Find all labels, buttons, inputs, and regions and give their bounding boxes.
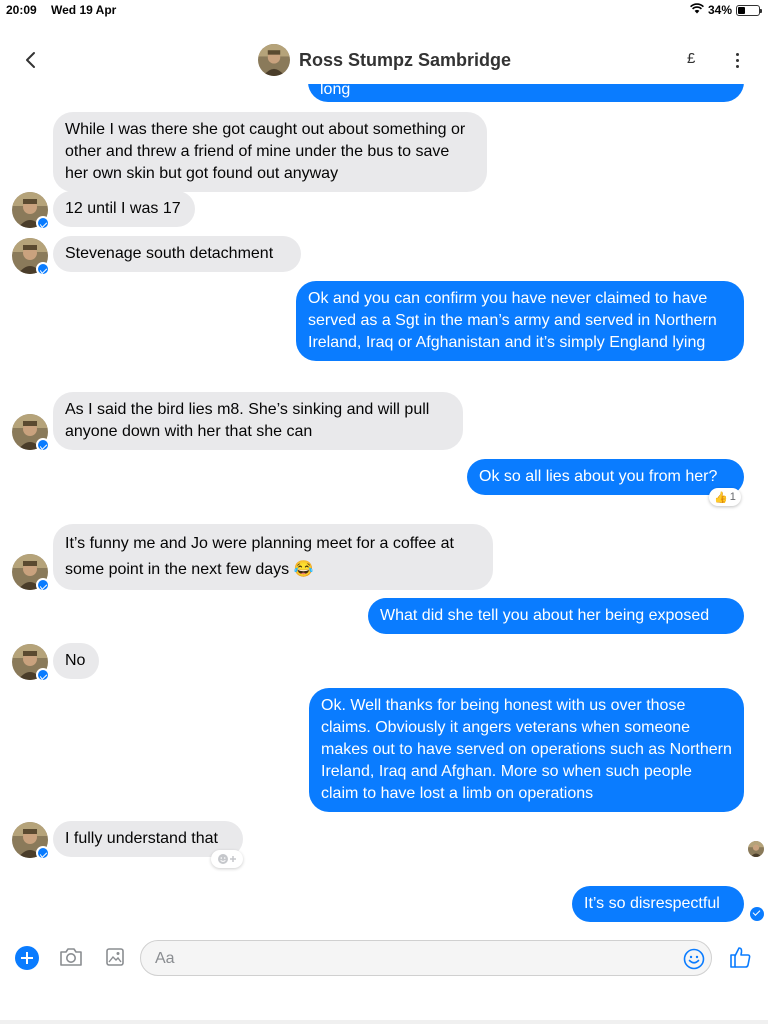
more-options-button[interactable] (730, 48, 744, 72)
contact-avatar (258, 44, 290, 76)
message-text: Ok. Well thanks for being honest with us… (321, 697, 732, 802)
message-text: 12 until I was 17 (65, 200, 181, 217)
message-text: No (65, 652, 86, 669)
conversation-header: Ross Stumpz Sambridge £ (0, 36, 768, 84)
message-text: It’s funny me and Jo were planning meet … (65, 535, 454, 578)
thumbs-up-icon (730, 947, 751, 968)
message-bubble-outgoing[interactable]: Ok and you can confirm you have never cl… (296, 281, 744, 361)
status-indicators: 34% (690, 3, 762, 17)
message-text: While I was there she got caught out abo… (65, 121, 466, 182)
back-chevron-icon (26, 52, 35, 68)
message-bubble-outgoing[interactable]: Ok. Well thanks for being honest with us… (309, 688, 744, 812)
home-indicator-bar (0, 1020, 768, 1024)
message-bubble-incoming[interactable]: Stevenage south detachment (53, 236, 301, 272)
message-reaction[interactable]: 👍 1 (709, 488, 741, 506)
battery-percent: 34% (707, 3, 732, 17)
sender-avatar[interactable] (12, 192, 50, 230)
message-bubble-incoming[interactable]: No (53, 643, 99, 679)
message-text: As I said the bird lies m8. She’s sinkin… (65, 401, 430, 440)
message-text: long (320, 82, 351, 98)
like-button[interactable] (727, 944, 753, 975)
reaction-count: 1 (729, 491, 736, 503)
message-bubble-incoming[interactable]: 12 until I was 17 (53, 191, 195, 227)
sender-avatar[interactable] (12, 822, 50, 860)
sent-check-icon (750, 907, 764, 921)
back-button[interactable] (16, 46, 44, 74)
plus-button[interactable] (15, 946, 39, 970)
message-bubble-outgoing[interactable]: It’s so disrespectful (572, 886, 744, 922)
more-vertical-icon (735, 52, 739, 56)
message-bubble-outgoing[interactable]: Ok so all lies about you from her? (467, 459, 744, 495)
sender-avatar[interactable] (12, 554, 50, 592)
contact-info[interactable]: Ross Stumpz Sambridge (258, 44, 511, 76)
message-bubble-outgoing[interactable]: What did she tell you about her being ex… (368, 598, 744, 634)
gallery-button[interactable] (105, 946, 125, 973)
add-reaction-icon (218, 854, 236, 864)
messenger-badge-icon (36, 262, 50, 276)
status-bar: 20:09 Wed 19 Apr 34% (0, 0, 768, 20)
battery-icon (736, 4, 762, 16)
messenger-badge-icon (36, 438, 50, 452)
sender-avatar[interactable] (12, 238, 50, 276)
emoji-icon (683, 948, 705, 970)
messenger-badge-icon (36, 668, 50, 682)
message-input[interactable] (155, 948, 675, 970)
message-bubble-outgoing[interactable]: long (308, 82, 744, 102)
message-bubble-incoming[interactable]: As I said the bird lies m8. She’s sinkin… (53, 392, 463, 450)
message-text: What did she tell you about her being ex… (380, 607, 710, 624)
message-text: Ok so all lies about you from her? (479, 468, 718, 485)
messenger-badge-icon (36, 578, 50, 592)
message-text: I fully understand that (65, 830, 218, 847)
emoji-button[interactable] (683, 948, 705, 975)
message-bubble-incoming[interactable]: It’s funny me and Jo were planning meet … (53, 524, 493, 590)
message-text: Stevenage south detachment (65, 245, 274, 262)
message-composer (0, 940, 768, 976)
add-reaction-button[interactable] (211, 850, 243, 868)
thumbs-up-reaction-icon: 👍 (714, 491, 728, 504)
sender-avatar[interactable] (12, 644, 50, 682)
message-text: Ok and you can confirm you have never cl… (308, 290, 717, 351)
status-time: 20:09 (6, 3, 37, 17)
camera-button[interactable] (58, 946, 84, 973)
image-icon (106, 948, 124, 966)
message-bubble-incoming[interactable]: While I was there she got caught out abo… (53, 112, 487, 192)
read-receipt-avatar (748, 841, 764, 857)
message-input-container (140, 940, 712, 976)
message-text: It’s so disrespectful (584, 895, 720, 912)
status-date: Wed 19 Apr (51, 3, 117, 17)
wifi-icon (690, 3, 704, 17)
camera-icon (60, 948, 82, 966)
contact-name: Ross Stumpz Sambridge (299, 49, 512, 70)
messenger-badge-icon (36, 846, 50, 860)
messenger-badge-icon (36, 216, 50, 230)
payment-button[interactable]: £ (687, 50, 695, 67)
sender-avatar[interactable] (12, 414, 50, 452)
